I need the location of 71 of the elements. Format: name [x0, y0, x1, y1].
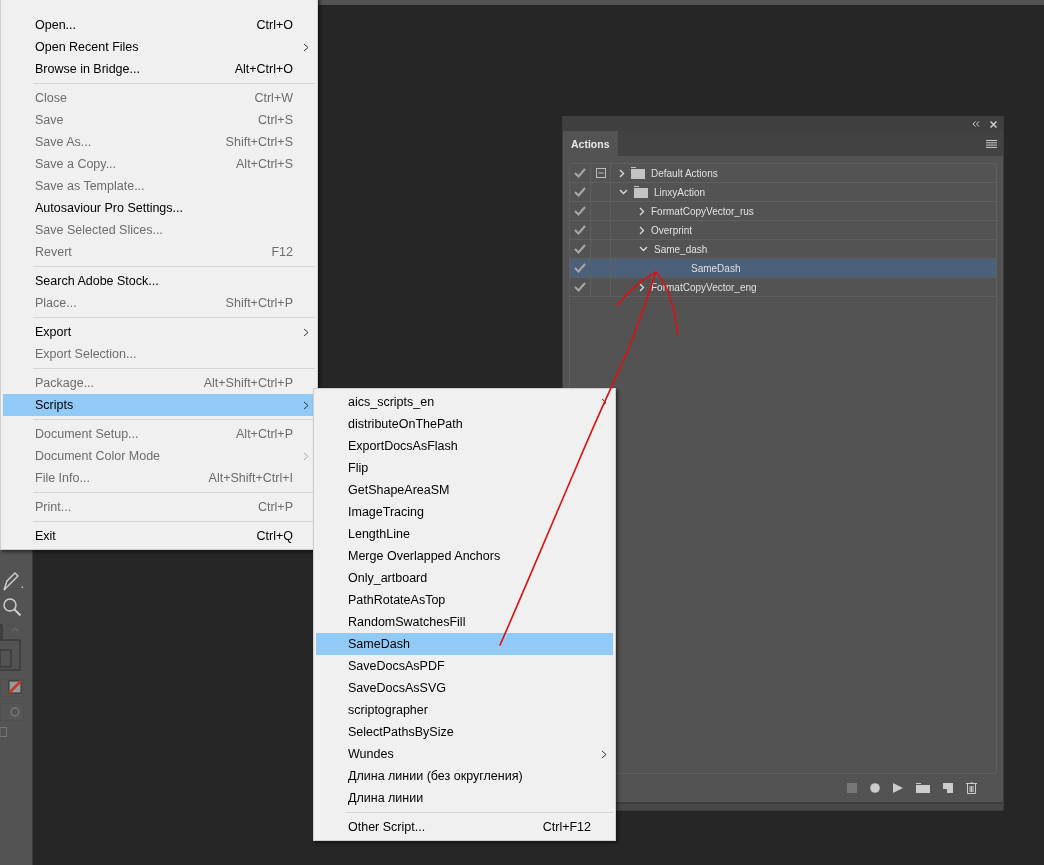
menu-item[interactable]: Browse in Bridge... Alt+Ctrl+O	[3, 58, 315, 80]
checkmark-icon[interactable]	[574, 187, 586, 197]
menu-item[interactable]: Wundes	[316, 743, 613, 765]
menu-item[interactable]: Flip	[316, 457, 613, 479]
new-item-icon[interactable]	[943, 783, 953, 793]
menu-item[interactable]: Exit Ctrl+Q	[3, 525, 315, 547]
menu-item[interactable]: ExportDocsAsFlash	[316, 435, 613, 457]
menu-item[interactable]: Merge Overlapped Anchors	[316, 545, 613, 567]
menu-item[interactable]: Scripts	[3, 394, 315, 416]
checkmark-icon[interactable]	[574, 282, 586, 292]
menu-icon[interactable]	[986, 139, 997, 148]
menu-item[interactable]: Open... Ctrl+O	[3, 14, 315, 36]
menu-item[interactable]: Open Recent Files	[3, 36, 315, 58]
close-icon[interactable]	[990, 120, 997, 128]
pen-icon[interactable]	[2, 571, 24, 591]
checkmark-icon[interactable]	[574, 206, 586, 216]
menu-item[interactable]: PathRotateAsTop	[316, 589, 613, 611]
folder-icon[interactable]	[916, 783, 930, 793]
action-name: Overprint	[651, 224, 693, 236]
menu-item[interactable]: GetShapeAreaSM	[316, 479, 613, 501]
menu-item[interactable]: SaveDocsAsPDF	[316, 655, 613, 677]
action-row[interactable]: FormatCopyVector_rus	[570, 202, 996, 221]
chevron-right-icon[interactable]	[639, 282, 645, 292]
action-name: LinxyAction	[654, 186, 706, 198]
action-name: Default Actions	[651, 167, 718, 179]
chevron-right-icon	[303, 327, 309, 337]
action-name: Same_dash	[654, 243, 708, 255]
action-row[interactable]: Overprint	[570, 221, 996, 240]
folder-icon	[634, 186, 648, 198]
chevron-down-icon[interactable]	[639, 246, 648, 252]
menu-item[interactable]: Other Script... Ctrl+F12	[316, 816, 613, 838]
chevron-right-icon[interactable]	[619, 168, 625, 178]
chevron-right-icon	[303, 42, 309, 52]
menu-item[interactable]: ImageTracing	[316, 501, 613, 523]
action-name: SameDash	[691, 262, 741, 274]
checkmark-icon[interactable]	[574, 244, 586, 254]
menu-item[interactable]: Only_artboard	[316, 567, 613, 589]
chevron-right-icon	[601, 397, 607, 407]
menu-item[interactable]: Длина линии	[316, 787, 613, 809]
menu-item[interactable]: distributeOnThePath	[316, 413, 613, 435]
action-row[interactable]: SameDash	[570, 259, 996, 278]
search-icon[interactable]	[2, 597, 22, 617]
menu-item[interactable]: aics_scripts_en	[316, 391, 613, 413]
chevron-right-icon	[303, 400, 309, 410]
collapse-icon[interactable]	[972, 121, 980, 127]
panel-tab[interactable]: Actions	[563, 131, 618, 156]
menu-item[interactable]: Export	[3, 321, 315, 343]
none-swatch-icon[interactable]	[0, 679, 24, 697]
chevron-down-icon[interactable]	[619, 189, 628, 195]
chevron-right-icon	[303, 451, 309, 461]
menu-item[interactable]: Autosaviour Pro Settings...	[3, 197, 315, 219]
menu-item[interactable]: SaveDocsAsSVG	[316, 677, 613, 699]
action-row[interactable]: LinxyAction	[570, 183, 996, 202]
action-row[interactable]: Default Actions	[570, 164, 996, 183]
checkmark-icon[interactable]	[574, 263, 586, 273]
menu-item[interactable]: Search Adobe Stock...	[3, 270, 315, 292]
dialog-toggle-icon[interactable]	[595, 168, 606, 178]
menu-item[interactable]: RandomSwatchesFill	[316, 611, 613, 633]
menu-item[interactable]: SameDash	[316, 633, 613, 655]
folder-icon	[631, 167, 645, 179]
action-name: FormatCopyVector_rus	[651, 205, 754, 217]
chevron-right-icon	[601, 749, 607, 759]
trash-icon[interactable]	[966, 782, 977, 794]
checkmark-icon[interactable]	[574, 225, 586, 235]
menu-item[interactable]: LengthLine	[316, 523, 613, 545]
play-icon[interactable]	[893, 783, 903, 793]
menu-item[interactable]: scriptographer	[316, 699, 613, 721]
record-icon[interactable]	[870, 783, 880, 793]
menu-item[interactable]: SelectPathsBySize	[316, 721, 613, 743]
checkmark-icon[interactable]	[574, 168, 586, 178]
menu-item[interactable]: Длина линии (без округления)	[316, 765, 613, 787]
